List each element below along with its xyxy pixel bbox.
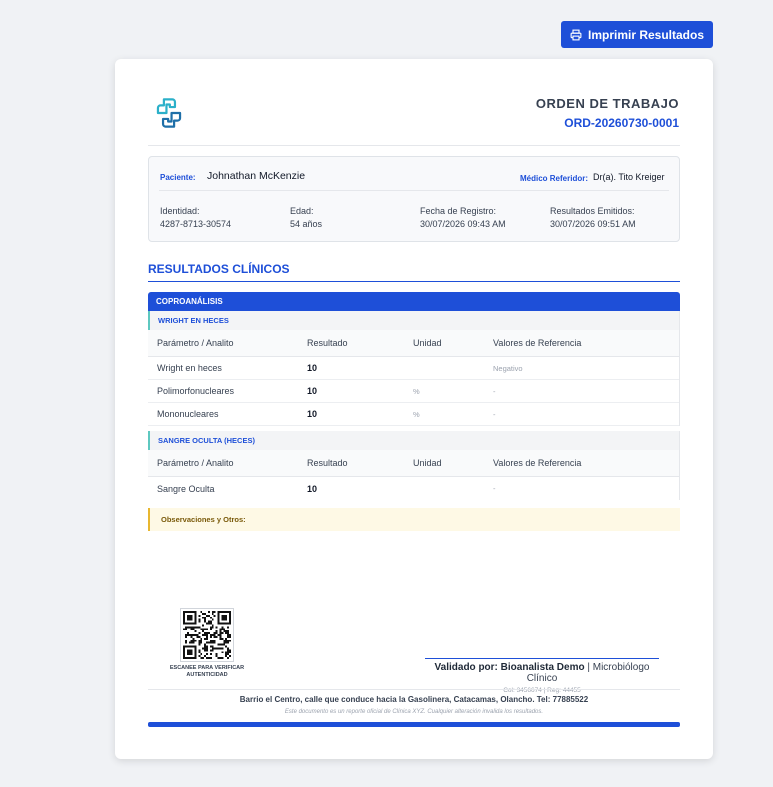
divider [148, 145, 680, 146]
table-header: Parámetro / Analito Resultado Unidad Val… [148, 450, 680, 477]
table-row: Polimorfonucleares 10 % - [148, 380, 680, 403]
column-header: Valores de Referencia [493, 458, 582, 468]
legal-disclaimer: Este documento es un reporte oficial de … [284, 709, 544, 715]
table-row: Wright en heces 10 Negativo [148, 357, 680, 380]
result-cell: 10 [307, 386, 318, 396]
reference-cell: - [493, 484, 496, 493]
info-label: Identidad: [160, 206, 200, 216]
results-group-wright: WRIGHT EN HECES Parámetro / Analito Resu… [148, 311, 680, 426]
divider [148, 281, 680, 282]
info-value: 30/07/2026 09:51 AM [550, 219, 636, 229]
patient-info-box: Paciente: Johnathan McKenzie Médico Refe… [148, 156, 680, 242]
column-header: Parámetro / Analito [157, 338, 234, 348]
column-header: Resultado [307, 458, 348, 468]
param-cell: Mononucleares [157, 409, 219, 419]
param-cell: Sangre Oculta [157, 483, 215, 494]
info-results-date: Resultados Emitidos: 30/07/2026 09:51 AM [550, 205, 636, 231]
reference-cell: - [493, 409, 496, 419]
info-registration-date: Fecha de Registro: 30/07/2026 09:43 AM [420, 205, 506, 231]
table-header: Parámetro / Analito Resultado Unidad Val… [148, 330, 680, 357]
report-sheet: ORDEN DE TRABAJO ORD-20260730-0001 Pacie… [115, 59, 713, 759]
column-header: Unidad [413, 338, 442, 348]
info-label: Edad: [290, 206, 314, 216]
info-label: Resultados Emitidos: [550, 206, 635, 216]
reference-cell: Negativo [493, 363, 523, 373]
group-title: WRIGHT EN HECES [148, 311, 680, 330]
patient-name: Johnathan McKenzie [207, 170, 306, 182]
info-age: Edad: 54 años [290, 205, 322, 231]
param-cell: Polimorfonucleares [157, 386, 235, 396]
print-results-button[interactable]: Imprimir Resultados [561, 21, 713, 48]
column-header: Parámetro / Analito [157, 458, 234, 468]
result-cell: 10 [307, 483, 318, 494]
doctor-name: Dr(a). Tito Kreiger [593, 172, 665, 182]
table-row: Sangre Oculta 10 - [148, 477, 680, 500]
divider [679, 311, 680, 426]
divider [159, 190, 669, 191]
qr-caption: ESCANEE PARA VERIFICAR AUTENTICIDAD [167, 665, 247, 679]
column-header: Unidad [413, 458, 442, 468]
param-cell: Wright en heces [157, 363, 222, 373]
group-title: SANGRE OCULTA (HECES) [148, 431, 680, 450]
validator-line: Validado por: Bioanalista Demo | Microbi… [425, 662, 659, 684]
observations-box: Observaciones y Otros: [148, 508, 680, 531]
results-section-title: RESULTADOS CLÍNICOS [148, 262, 290, 276]
info-value: 54 años [290, 219, 323, 229]
info-label: Fecha de Registro: [420, 206, 497, 216]
divider [679, 431, 680, 500]
medical-cross-logo-icon [156, 98, 182, 128]
footer-accent-bar [148, 722, 680, 727]
category-header: COPROANÁLISIS [148, 292, 680, 311]
clinic-address: Barrio el Centro, calle que conduce haci… [239, 695, 589, 704]
qr-verification: ESCANEE PARA VERIFICAR AUTENTICIDAD [167, 608, 247, 679]
divider [148, 689, 680, 690]
validator-separator: | [584, 662, 593, 673]
validator-name: Bioanalista Demo [500, 662, 585, 673]
results-group-occult-blood: SANGRE OCULTA (HECES) Parámetro / Analit… [148, 431, 680, 500]
info-value: 30/07/2026 09:43 AM [420, 219, 506, 229]
qr-code-icon [180, 608, 234, 662]
order-code: ORD-20260730-0001 [564, 116, 679, 130]
info-value: 4287-8713-30574 [160, 219, 232, 229]
order-title: ORDEN DE TRABAJO [535, 96, 679, 111]
table-row: Mononucleares 10 % - [148, 403, 680, 426]
column-header: Resultado [307, 338, 348, 348]
qr-caption-line: ESCANEE PARA VERIFICAR [169, 665, 245, 671]
result-cell: 10 [307, 363, 318, 373]
result-cell: 10 [307, 409, 318, 419]
column-header: Valores de Referencia [493, 338, 582, 348]
qr-caption-line: AUTENTICIDAD [186, 672, 228, 678]
patient-label: Paciente: [160, 173, 196, 182]
printer-icon [570, 29, 582, 40]
info-identity: Identidad: 4287-8713-30574 [160, 205, 231, 231]
unit-cell: % [413, 409, 420, 419]
validator-prefix: Validado por: [434, 662, 498, 673]
doctor-label: Médico Referidor: [520, 174, 589, 183]
print-button-label: Imprimir Resultados [587, 27, 705, 42]
reference-cell: - [493, 386, 496, 396]
unit-cell: % [413, 386, 420, 396]
